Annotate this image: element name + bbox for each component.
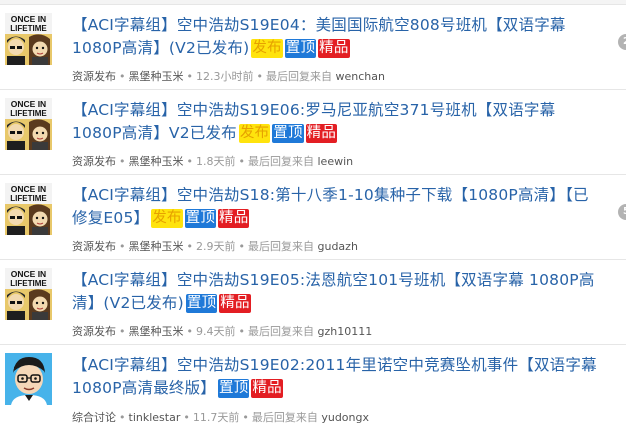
topic-title: 【ACI字幕组】空中浩劫S18:第十八季1-10集种子下载【1080P高清】【已… xyxy=(72,184,602,230)
last-reply-user[interactable]: yudongx xyxy=(321,411,369,424)
topic-category[interactable]: 综合讨论 xyxy=(72,411,116,424)
last-reply-user[interactable]: wenchan xyxy=(336,70,385,83)
svg-text:LIFETIME: LIFETIME xyxy=(10,109,47,118)
last-reply-user[interactable]: gzh10111 xyxy=(318,325,373,338)
topic-meta: 资源发布 • 黑堡种玉米 • 2.9天前 • 最后回复来自 gudazh xyxy=(72,240,358,253)
avatar[interactable]: ONCE IN LIFETIME xyxy=(5,268,52,320)
svg-text:LIFETIME: LIFETIME xyxy=(10,24,47,33)
tag-zhiding[interactable]: 置顶 xyxy=(272,124,304,143)
last-reply-label: 最后回复来自 xyxy=(248,325,314,338)
tag-fabu[interactable]: 发布 xyxy=(238,124,271,143)
tag-jingpin[interactable]: 精品 xyxy=(251,379,283,398)
topic-meta: 资源发布 • 黑堡种玉米 • 9.4天前 • 最后回复来自 gzh10111 xyxy=(72,325,373,338)
last-reply-label: 最后回复来自 xyxy=(248,240,314,253)
topic-meta: 资源发布 • 黑堡种玉米 • 12.3小时前 • 最后回复来自 wenchan xyxy=(72,70,385,83)
topic-author[interactable]: tinklestar xyxy=(129,411,181,424)
topic-meta: 综合讨论 • tinklestar • 11.7天前 • 最后回复来自 yudongx xyxy=(72,411,370,424)
topic-author[interactable]: 黑堡种玉米 xyxy=(129,70,184,83)
topic-author[interactable]: 黑堡种玉米 xyxy=(129,240,184,253)
topic-title-link[interactable]: 【ACI字幕组】空中浩劫S19E02:2011年里诺空中竞赛坠机事件【双语字幕1… xyxy=(72,356,597,397)
avatar[interactable] xyxy=(5,353,52,405)
topic-title: 【ACI字幕组】空中浩劫S19E04：美国国际航空808号班机【双语字幕1080… xyxy=(72,14,602,60)
reply-count-badge[interactable]: 5 xyxy=(618,204,626,220)
avatar[interactable]: ONCE IN LIFETIME xyxy=(5,183,52,235)
svg-text:ONCE IN: ONCE IN xyxy=(11,269,46,279)
topic-time: 12.3小时前 xyxy=(196,70,254,83)
topic-title-link[interactable]: 【ACI字幕组】空中浩劫S18:第十八季1-10集种子下载【1080P高清】【已… xyxy=(72,186,589,227)
topic-meta: 资源发布 • 黑堡种玉米 • 1.8天前 • 最后回复来自 leewin xyxy=(72,155,354,168)
topic-time: 9.4天前 xyxy=(196,325,236,338)
tag-jingpin[interactable]: 精品 xyxy=(305,124,338,143)
topic-time: 2.9天前 xyxy=(196,240,236,253)
topic-title: 【ACI字幕组】空中浩劫S19E05:法恩航空101号班机【双语字幕 1080P… xyxy=(72,269,602,315)
svg-text:ONCE IN: ONCE IN xyxy=(11,99,46,109)
topic-time: 1.8天前 xyxy=(196,155,236,168)
tag-zhiding[interactable]: 置顶 xyxy=(184,209,217,228)
reply-count-badge[interactable]: 2 xyxy=(618,34,626,50)
topic-time: 11.7天前 xyxy=(192,411,240,424)
svg-text:ONCE IN: ONCE IN xyxy=(11,184,46,194)
last-reply-user[interactable]: gudazh xyxy=(318,240,358,253)
topic-category[interactable]: 资源发布 xyxy=(72,325,116,338)
topic-list: ONCE IN LIFETIME 【ACI字幕组】空中浩劫S19E04：美国国际航… xyxy=(0,5,626,430)
topic-category[interactable]: 资源发布 xyxy=(72,155,116,168)
topic-title: 【ACI字幕组】空中浩劫S19E06:罗马尼亚航空371号班机【双语字幕 108… xyxy=(72,99,602,145)
tag-zhiding[interactable]: 置顶 xyxy=(284,39,317,58)
topic-row: 【ACI字幕组】空中浩劫S19E02:2011年里诺空中竞赛坠机事件【双语字幕1… xyxy=(0,345,626,430)
topic-title-link[interactable]: 【ACI字幕组】空中浩劫S19E05:法恩航空101号班机【双语字幕 1080P… xyxy=(72,271,595,312)
last-reply-label: 最后回复来自 xyxy=(248,155,314,168)
avatar[interactable]: ONCE IN LIFETIME xyxy=(5,98,52,150)
last-reply-user[interactable]: leewin xyxy=(318,155,354,168)
last-reply-label: 最后回复来自 xyxy=(251,411,318,424)
topic-author[interactable]: 黑堡种玉米 xyxy=(129,325,184,338)
topic-author[interactable]: 黑堡种玉米 xyxy=(129,155,184,168)
avatar[interactable]: ONCE IN LIFETIME xyxy=(5,13,52,65)
topic-row: ONCE IN LIFETIME 【ACI字幕组】空中浩劫S19E05:法恩航空1… xyxy=(0,260,626,345)
svg-text:ONCE IN: ONCE IN xyxy=(11,14,46,24)
topic-row: ONCE IN LIFETIME 【ACI字幕组】空中浩劫S18:第十八季1-10… xyxy=(0,175,626,260)
tag-fabu[interactable]: 发布 xyxy=(151,209,183,228)
topic-row: ONCE IN LIFETIME 【ACI字幕组】空中浩劫S19E04：美国国际航… xyxy=(0,5,626,90)
topic-row: ONCE IN LIFETIME 【ACI字幕组】空中浩劫S19E06:罗马尼亚航… xyxy=(0,90,626,175)
tag-jingpin[interactable]: 精品 xyxy=(318,39,350,58)
topic-title: 【ACI字幕组】空中浩劫S19E02:2011年里诺空中竞赛坠机事件【双语字幕1… xyxy=(72,354,602,400)
tag-fabu[interactable]: 发布 xyxy=(251,39,283,58)
tag-jingpin[interactable]: 精品 xyxy=(218,209,250,228)
tag-jingpin[interactable]: 精品 xyxy=(219,294,251,313)
tag-zhiding[interactable]: 置顶 xyxy=(185,294,218,313)
last-reply-label: 最后回复来自 xyxy=(266,70,332,83)
svg-text:LIFETIME: LIFETIME xyxy=(10,279,47,288)
tag-zhiding[interactable]: 置顶 xyxy=(218,379,250,398)
topic-category[interactable]: 资源发布 xyxy=(72,240,116,253)
topic-category[interactable]: 资源发布 xyxy=(72,70,116,83)
svg-text:LIFETIME: LIFETIME xyxy=(10,194,47,203)
